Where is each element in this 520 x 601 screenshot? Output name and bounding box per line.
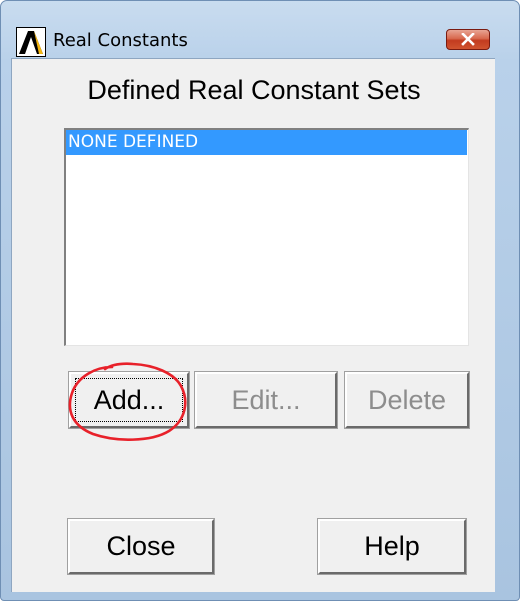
close-icon (461, 33, 475, 46)
help-button-label: Help (364, 531, 420, 561)
close-button[interactable]: Close (67, 518, 215, 575)
ansys-logo-icon (16, 27, 46, 57)
window-title: Real Constants (53, 30, 188, 51)
list-item[interactable]: NONE DEFINED (66, 130, 467, 155)
window-close-button[interactable] (446, 29, 490, 50)
title-bar[interactable]: Real Constants (1, 1, 519, 57)
delete-button[interactable]: Delete (344, 371, 470, 429)
edit-button-label: Edit... (231, 385, 301, 415)
dialog-body: Defined Real Constant Sets NONE DEFINED … (11, 58, 495, 592)
add-button[interactable]: Add... (68, 371, 190, 429)
close-button-label: Close (106, 531, 176, 561)
delete-button-label: Delete (367, 385, 447, 415)
add-button-label: Add... (93, 385, 165, 415)
dialog-window: Real Constants Defined Real Constant Set… (0, 0, 520, 601)
help-button[interactable]: Help (317, 518, 467, 575)
real-constant-sets-list[interactable]: NONE DEFINED (64, 128, 469, 346)
dialog-heading: Defined Real Constant Sets (87, 75, 421, 105)
edit-button[interactable]: Edit... (194, 371, 338, 429)
